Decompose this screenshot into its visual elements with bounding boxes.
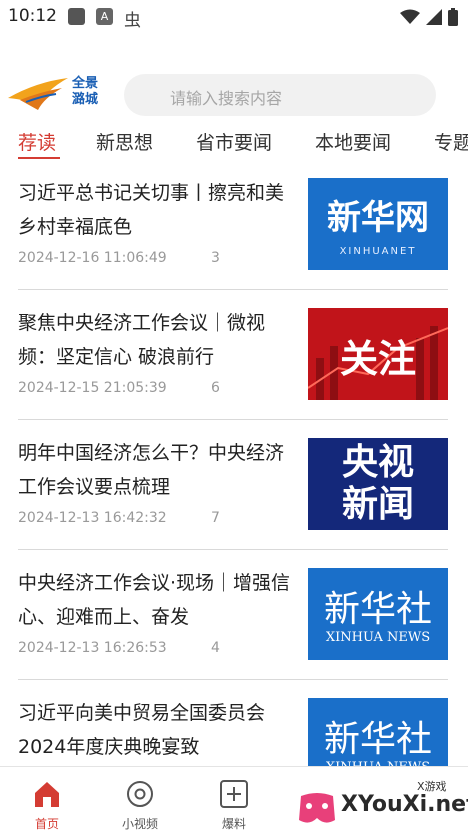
- thumb-sub-text: XINHUANET: [339, 246, 417, 257]
- search-input[interactable]: 请输入搜索内容: [124, 74, 436, 116]
- news-title: 习近平总书记关切事丨擦亮和美乡村幸福底色: [18, 182, 285, 238]
- notification-icon: [68, 8, 85, 25]
- video-icon: [127, 781, 153, 807]
- news-thumbnail: 新华社 XINHUA NEWS: [308, 568, 448, 660]
- search-placeholder: 请输入搜索内容: [170, 89, 283, 108]
- category-tabs: 荐读 新思想 省市要闻 本地要闻 专题: [0, 124, 468, 164]
- thumb-main-text: 关注: [339, 337, 416, 381]
- logo-wing-icon: [8, 78, 68, 110]
- tab-new-thought[interactable]: 新思想: [96, 128, 153, 155]
- status-bar: 10:12 A 虫: [0, 0, 468, 34]
- nav-short-video-label: 小视频: [121, 817, 158, 831]
- signal-icon: [426, 9, 442, 25]
- news-item[interactable]: 中央经济工作会议·现场｜增强信心、迎难而上、奋发 2024-12-13 16:2…: [18, 566, 448, 680]
- news-time: 2024-12-13 16:26:53: [18, 640, 167, 656]
- watermark-text: XYouXi.net: [341, 792, 468, 817]
- news-title: 明年中国经济怎么干？中央经济工作会议要点梳理: [18, 442, 285, 498]
- divider: [18, 679, 448, 680]
- logo-text-line2: 潞城: [72, 92, 99, 107]
- home-icon: [35, 782, 59, 807]
- news-title: 习近平向美中贸易全国委员会2024年度庆典晚宴致: [18, 702, 266, 758]
- news-item[interactable]: 明年中国经济怎么干？中央经济工作会议要点梳理 2024-12-13 16:42:…: [18, 436, 448, 550]
- news-thumbnail: 新华网 XINHUANET: [308, 178, 448, 270]
- divider: [18, 419, 448, 420]
- plus-box-icon: [220, 780, 248, 808]
- tab-province-news[interactable]: 省市要闻: [196, 128, 272, 155]
- news-title: 聚焦中央经济工作会议｜微视频：坚定信心 破浪前行: [18, 312, 266, 368]
- battery-icon: [448, 8, 458, 26]
- wifi-icon: [400, 9, 420, 24]
- news-view-count: 4: [211, 640, 220, 656]
- nav-report-label: 爆料: [221, 817, 246, 831]
- nav-report[interactable]: 爆料: [199, 773, 269, 831]
- divider: [18, 549, 448, 550]
- news-time: 2024-12-15 21:05:39: [18, 380, 167, 396]
- news-item[interactable]: 聚焦中央经济工作会议｜微视频：坚定信心 破浪前行 2024-12-15 21:0…: [18, 306, 448, 420]
- thumb-main-text: 新华社: [323, 719, 432, 760]
- app-header: 全景 潞城 请输入搜索内容: [0, 70, 468, 122]
- news-view-count: 7: [211, 510, 220, 526]
- thumb-main-text: 央视: [341, 442, 414, 483]
- logo-text: 全景 潞城: [72, 76, 98, 108]
- news-view-count: 6: [211, 380, 220, 396]
- thumb-main-text: 新华网: [327, 198, 429, 238]
- thumb-main-text: 新华社: [323, 589, 432, 630]
- news-item[interactable]: 习近平总书记关切事丨擦亮和美乡村幸福底色 2024-12-16 11:06:49…: [18, 176, 448, 290]
- news-time: 2024-12-16 11:06:49: [18, 250, 167, 266]
- tab-recommended[interactable]: 荐读: [18, 128, 56, 155]
- divider: [18, 289, 448, 290]
- logo-text-line1: 全景: [72, 76, 99, 91]
- gamepad-logo-icon: [299, 793, 335, 823]
- nav-home[interactable]: 首页: [12, 773, 82, 831]
- nav-short-video[interactable]: 小视频: [105, 773, 175, 831]
- news-time: 2024-12-13 16:42:32: [18, 510, 167, 526]
- news-view-count: 3: [211, 250, 220, 266]
- nav-home-label: 首页: [34, 817, 59, 831]
- tab-local-news[interactable]: 本地要闻: [315, 128, 391, 155]
- news-title: 中央经济工作会议·现场｜增强信心、迎难而上、奋发: [18, 572, 291, 628]
- news-thumbnail: 央视 新闻: [308, 438, 448, 530]
- active-tab-indicator: [18, 157, 60, 159]
- watermark: X游戏 XYouXi.net: [293, 772, 468, 832]
- app-a-icon: A: [96, 8, 113, 25]
- app-logo[interactable]: 全景 潞城: [6, 72, 102, 118]
- news-thumbnail: 关注: [308, 308, 448, 400]
- status-time: 10:12: [8, 6, 57, 26]
- tab-special[interactable]: 专题: [434, 128, 468, 155]
- thumb-main-text-2: 新闻: [341, 484, 414, 525]
- thumb-sub-text: XINHUA NEWS: [325, 630, 431, 645]
- bug-icon: 虫: [124, 11, 141, 31]
